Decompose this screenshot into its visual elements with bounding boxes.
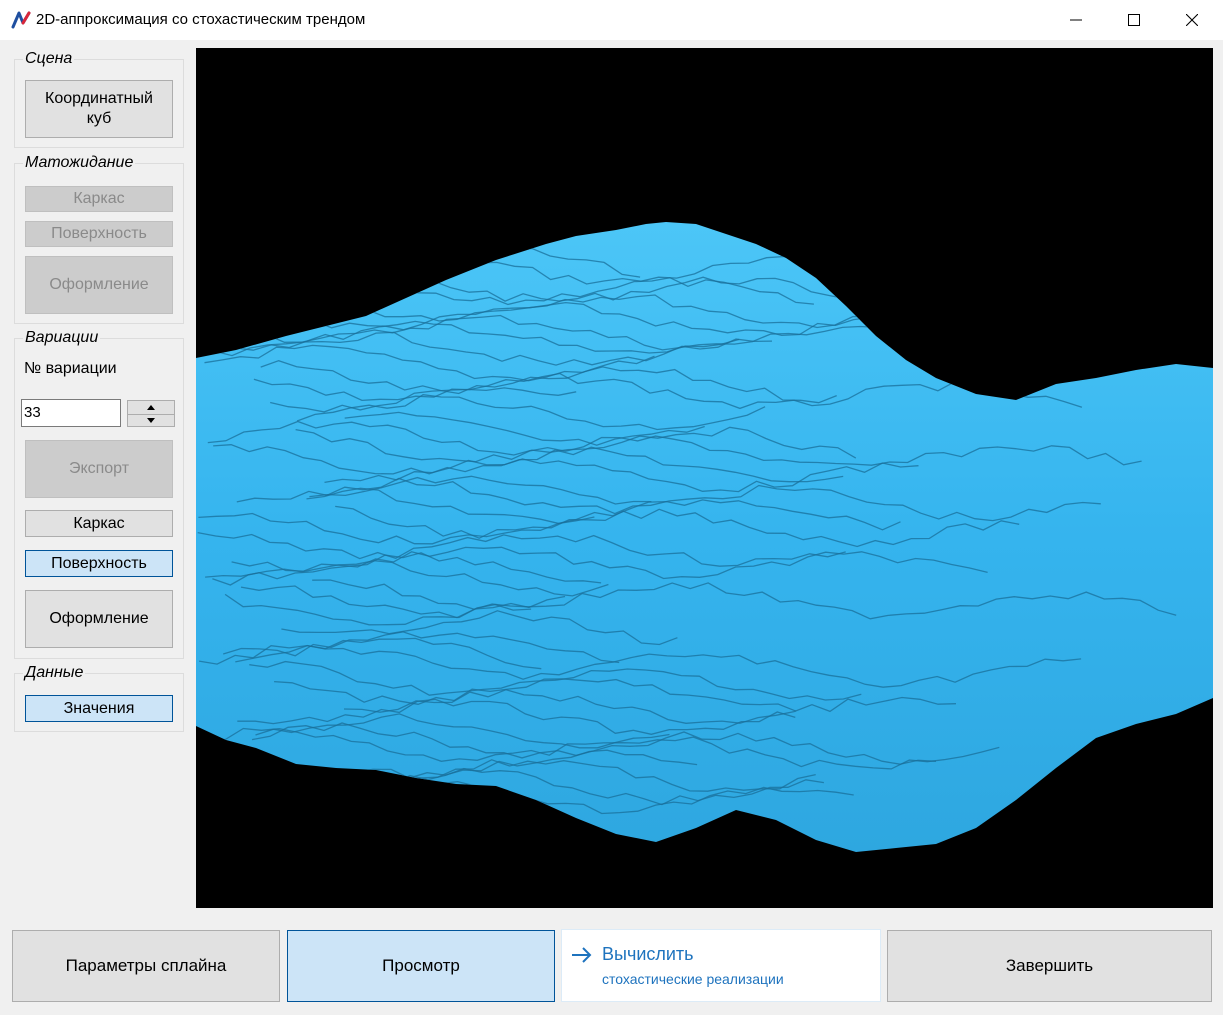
variation-number-spinner[interactable] xyxy=(127,400,175,427)
values-button[interactable]: Значения xyxy=(25,695,173,722)
expectation-surface-button[interactable]: Поверхность xyxy=(25,221,173,247)
client-area: Сцена Координатный куб Матожидание Карка… xyxy=(0,40,1223,1015)
export-button[interactable]: Экспорт xyxy=(25,440,173,498)
compute-sub-label: стохастические реализации xyxy=(602,971,784,987)
coordinate-cube-button[interactable]: Координатный куб xyxy=(25,80,173,138)
expectation-styling-button[interactable]: Оформление xyxy=(25,256,173,314)
maximize-button[interactable] xyxy=(1105,0,1163,40)
stochastic-surface-render xyxy=(196,222,1213,852)
finish-button[interactable]: Завершить xyxy=(887,930,1212,1002)
compute-label: Вычислить xyxy=(602,944,694,964)
variation-wireframe-button[interactable]: Каркас xyxy=(25,510,173,537)
close-button[interactable] xyxy=(1163,0,1221,40)
minimize-button[interactable] xyxy=(1047,0,1105,40)
view-button[interactable]: Просмотр xyxy=(287,930,555,1002)
surface-shape xyxy=(196,222,1213,852)
close-icon xyxy=(1186,14,1198,26)
minimize-icon xyxy=(1070,19,1082,21)
expectation-legend: Матожидание xyxy=(25,154,134,171)
variation-number-input[interactable]: 33 xyxy=(21,399,121,427)
maximize-icon xyxy=(1128,14,1140,26)
spinner-down-button[interactable] xyxy=(128,414,174,427)
app-logo-icon xyxy=(11,11,31,29)
title-bar: 2D-аппроксимация со стохастическим тренд… xyxy=(0,0,1223,41)
window-title: 2D-аппроксимация со стохастическим тренд… xyxy=(36,11,366,28)
variation-surface-button[interactable]: Поверхность xyxy=(25,550,173,577)
spinner-up-button[interactable] xyxy=(128,401,174,415)
surface-viewport[interactable] xyxy=(196,48,1213,908)
expectation-wireframe-button[interactable]: Каркас xyxy=(25,186,173,212)
spline-params-button[interactable]: Параметры сплайна xyxy=(12,930,280,1002)
compute-command-link[interactable]: Вычислить стохастические реализации xyxy=(561,929,881,1002)
variation-styling-button[interactable]: Оформление xyxy=(25,590,173,648)
scene-legend: Сцена xyxy=(25,50,73,67)
variations-legend: Вариации xyxy=(25,329,99,346)
variation-number-label: № вариации xyxy=(24,360,117,377)
arrow-right-icon xyxy=(572,947,592,963)
arrow-down-icon xyxy=(147,418,155,423)
arrow-up-icon xyxy=(147,405,155,410)
data-legend: Данные xyxy=(25,664,84,681)
